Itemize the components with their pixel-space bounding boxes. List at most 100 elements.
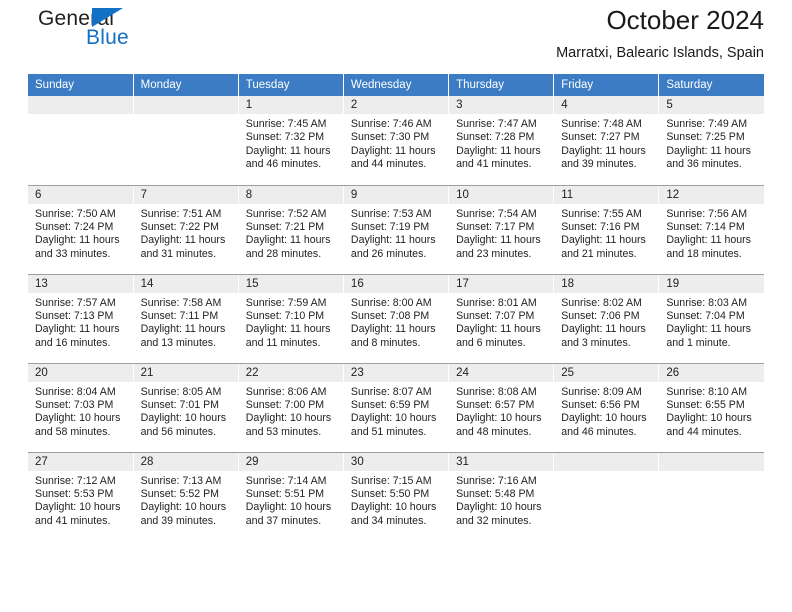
calendar-day-cell[interactable]: 21 Sunrise: 8:05 AM Sunset: 7:01 PM Dayligh… (133, 363, 239, 453)
day-details: Sunrise: 7:47 AM Sunset: 7:28 PM Daylight:… (449, 114, 553, 172)
daylight-text-line2: and 44 minutes. (350, 158, 427, 171)
calendar-week-row: 6 Sunrise: 7:50 AM Sunset: 7:24 PM Daylight… (28, 185, 764, 275)
daylight-text-line2: and 28 minutes. (245, 247, 322, 260)
daylight-text-line2: and 33 minutes. (35, 247, 111, 260)
daylight-text-line1: Daylight: 10 hours (245, 501, 332, 514)
calendar-day-cell[interactable]: 5 Sunrise: 7:49 AM Sunset: 7:25 PM Daylight… (658, 96, 764, 186)
sunrise-text: Sunrise: 8:06 AM (245, 385, 327, 398)
calendar-day-cell[interactable]: 20 Sunrise: 8:04 AM Sunset: 7:03 PM Dayligh… (28, 363, 134, 453)
sunset-text: Sunset: 7:30 PM (350, 131, 430, 144)
calendar-day-cell[interactable]: 11 Sunrise: 7:55 AM Sunset: 7:16 PM Dayligh… (553, 185, 660, 275)
day-number: 24 (449, 363, 554, 382)
daylight-text-line1: Daylight: 10 hours (350, 412, 437, 425)
daylight-text-line1: Daylight: 11 hours (456, 323, 541, 336)
sunrise-text: Sunrise: 7:53 AM (350, 207, 432, 220)
sunset-text: Sunset: 7:14 PM (666, 220, 745, 233)
sunrise-text: Sunrise: 7:51 AM (140, 207, 222, 220)
day-details (554, 471, 658, 475)
day-details: Sunrise: 7:16 AM Sunset: 5:48 PM Daylight:… (449, 471, 553, 529)
calendar-day-cell[interactable]: 17 Sunrise: 8:01 AM Sunset: 7:07 PM Dayligh… (448, 274, 555, 364)
sunset-text: Sunset: 7:21 PM (245, 220, 325, 233)
day-number: 23 (343, 363, 449, 382)
sunrise-text: Sunrise: 8:02 AM (561, 296, 642, 309)
day-details: Sunrise: 8:04 AM Sunset: 7:03 PM Daylight:… (28, 382, 133, 440)
day-number: 26 (659, 363, 764, 382)
sunset-text: Sunset: 5:52 PM (140, 487, 219, 500)
sunrise-text: Sunrise: 7:48 AM (561, 118, 642, 130)
sunset-text: Sunset: 7:04 PM (666, 309, 745, 322)
calendar-day-cell[interactable]: 30 Sunrise: 7:15 AM Sunset: 5:50 PM Dayligh… (343, 452, 450, 541)
daylight-text-line1: Daylight: 11 hours (561, 144, 646, 157)
day-number: 4 (554, 96, 659, 114)
page-header: General Blue October 2024 Marratxi, Bale… (28, 0, 764, 74)
day-number: 12 (659, 185, 764, 204)
sunset-text: Sunset: 7:22 PM (140, 220, 219, 233)
calendar-day-cell[interactable]: 2 Sunrise: 7:46 AM Sunset: 7:30 PM Daylight… (343, 96, 450, 186)
daylight-text-line2: and 8 minutes. (350, 336, 421, 349)
calendar-day-cell[interactable]: 12 Sunrise: 7:56 AM Sunset: 7:14 PM Dayligh… (658, 185, 764, 275)
calendar-day-cell[interactable]: 8 Sunrise: 7:52 AM Sunset: 7:21 PM Daylight… (238, 185, 344, 275)
calendar-day-cell[interactable]: 18 Sunrise: 8:02 AM Sunset: 7:06 PM Dayligh… (553, 274, 660, 364)
calendar-day-cell[interactable]: 1 Sunrise: 7:45 AM Sunset: 7:32 PM Daylight… (238, 96, 344, 186)
day-details: Sunrise: 7:46 AM Sunset: 7:30 PM Daylight:… (344, 114, 448, 172)
calendar-day-cell[interactable]: 3 Sunrise: 7:47 AM Sunset: 7:28 PM Daylight… (448, 96, 555, 186)
sunset-text: Sunset: 5:51 PM (245, 487, 325, 500)
brand-triangle-icon (92, 8, 123, 27)
calendar-day-cell[interactable]: 14 Sunrise: 7:58 AM Sunset: 7:11 PM Dayligh… (133, 274, 239, 364)
daylight-text-line2: and 41 minutes. (35, 514, 111, 527)
calendar-day-cell-empty (659, 452, 764, 541)
calendar-day-cell[interactable]: 24 Sunrise: 8:08 AM Sunset: 6:57 PM Dayligh… (448, 363, 555, 453)
calendar-day-cell[interactable]: 25 Sunrise: 8:09 AM Sunset: 6:56 PM Dayligh… (553, 363, 660, 453)
sunrise-text: Sunrise: 7:55 AM (561, 207, 642, 220)
daylight-text-line1: Daylight: 11 hours (35, 323, 120, 336)
daylight-text-line1: Daylight: 11 hours (666, 234, 751, 247)
calendar-day-cell[interactable]: 6 Sunrise: 7:50 AM Sunset: 7:24 PM Daylight… (28, 185, 134, 275)
day-details: Sunrise: 8:09 AM Sunset: 6:56 PM Daylight:… (554, 382, 658, 440)
calendar-day-cell[interactable]: 27 Sunrise: 7:12 AM Sunset: 5:53 PM Dayligh… (28, 452, 134, 541)
day-details: Sunrise: 8:00 AM Sunset: 7:08 PM Daylight:… (344, 293, 448, 351)
day-details: Sunrise: 8:07 AM Sunset: 6:59 PM Daylight:… (344, 382, 448, 440)
day-number: 8 (238, 185, 343, 204)
calendar-day-cell[interactable]: 28 Sunrise: 7:13 AM Sunset: 5:52 PM Dayligh… (133, 452, 239, 541)
calendar-day-cell[interactable]: 31 Sunrise: 7:16 AM Sunset: 5:48 PM Dayligh… (448, 452, 555, 541)
day-number: 20 (28, 363, 133, 382)
sunset-text: Sunset: 7:25 PM (666, 131, 745, 144)
sunset-text: Sunset: 6:55 PM (666, 398, 745, 411)
calendar-day-cell[interactable]: 13 Sunrise: 7:57 AM Sunset: 7:13 PM Dayligh… (28, 274, 134, 364)
calendar-day-cell[interactable]: 7 Sunrise: 7:51 AM Sunset: 7:22 PM Daylight… (133, 185, 239, 275)
daylight-text-line1: Daylight: 10 hours (35, 412, 121, 425)
calendar-day-cell[interactable]: 10 Sunrise: 7:54 AM Sunset: 7:17 PM Dayligh… (448, 185, 555, 275)
day-number: 29 (238, 452, 343, 471)
calendar-day-cell[interactable]: 16 Sunrise: 8:00 AM Sunset: 7:08 PM Dayligh… (343, 274, 450, 364)
daylight-text-line1: Daylight: 11 hours (140, 234, 226, 247)
calendar-day-cell[interactable]: 15 Sunrise: 7:59 AM Sunset: 7:10 PM Dayligh… (238, 274, 344, 364)
calendar-day-cell[interactable]: 22 Sunrise: 8:06 AM Sunset: 7:00 PM Dayligh… (238, 363, 344, 453)
sunset-text: Sunset: 7:13 PM (35, 309, 114, 322)
calendar-day-cell[interactable]: 26 Sunrise: 8:10 AM Sunset: 6:55 PM Dayligh… (658, 363, 764, 453)
daylight-text-line2: and 41 minutes. (456, 158, 532, 171)
daylight-text-line1: Daylight: 11 hours (245, 234, 331, 247)
calendar-day-cell[interactable]: 9 Sunrise: 7:53 AM Sunset: 7:19 PM Daylight… (343, 185, 450, 275)
daylight-text-line1: Daylight: 10 hours (561, 412, 647, 425)
daylight-text-line2: and 37 minutes. (245, 514, 322, 527)
day-number: 11 (554, 185, 659, 204)
daylight-text-line2: and 36 minutes. (666, 158, 742, 171)
sunset-text: Sunset: 7:16 PM (561, 220, 640, 233)
daylight-text-line2: and 1 minute. (666, 336, 731, 349)
day-details: Sunrise: 8:10 AM Sunset: 6:55 PM Daylight:… (659, 382, 764, 440)
sunset-text: Sunset: 7:28 PM (456, 131, 535, 144)
sunrise-text: Sunrise: 8:03 AM (666, 296, 748, 309)
daylight-text-line1: Daylight: 11 hours (140, 323, 226, 336)
calendar-day-cell[interactable]: 19 Sunrise: 8:03 AM Sunset: 7:04 PM Dayligh… (658, 274, 764, 364)
sunrise-text: Sunrise: 7:47 AM (456, 118, 537, 130)
calendar-day-cell[interactable]: 23 Sunrise: 8:07 AM Sunset: 6:59 PM Dayligh… (343, 363, 450, 453)
sunrise-text: Sunrise: 8:09 AM (561, 385, 642, 398)
daylight-text-line1: Daylight: 10 hours (456, 501, 542, 514)
calendar-day-cell[interactable]: 4 Sunrise: 7:48 AM Sunset: 7:27 PM Daylight… (553, 96, 660, 186)
day-number: 2 (343, 96, 449, 114)
sunrise-text: Sunrise: 8:04 AM (35, 385, 116, 398)
calendar-day-cell[interactable]: 29 Sunrise: 7:14 AM Sunset: 5:51 PM Dayligh… (238, 452, 344, 541)
sunset-text: Sunset: 7:00 PM (245, 398, 325, 411)
brand-logo[interactable]: General Blue (28, 0, 248, 66)
calendar-page: General Blue October 2024 Marratxi, Bale… (0, 0, 792, 612)
